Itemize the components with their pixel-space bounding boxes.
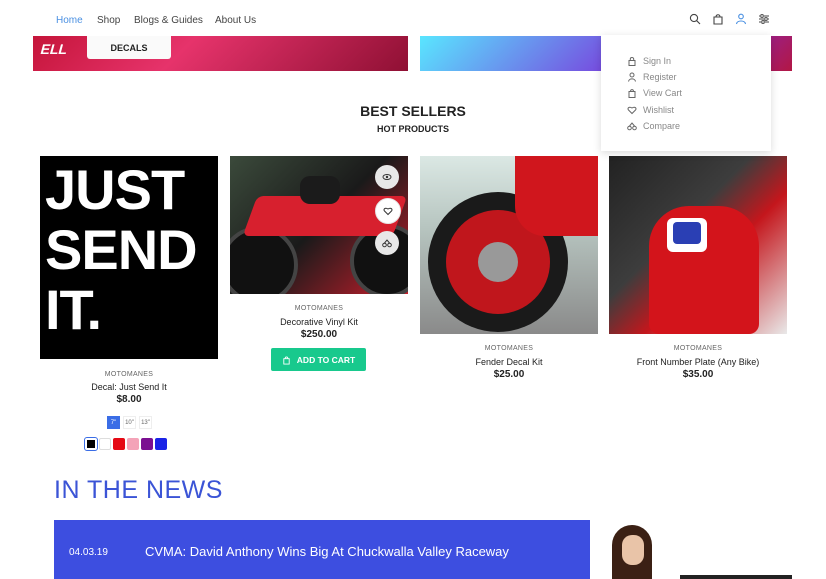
color-swatches (84, 437, 167, 451)
product-brand: MOTOMANES (673, 345, 723, 352)
bag-icon (283, 356, 290, 364)
compare-icon (627, 122, 637, 131)
menu-label: Wishlist (643, 105, 674, 115)
compare-icon[interactable] (375, 231, 399, 255)
top-nav: Home Shop Blogs & Guides About Us (0, 0, 826, 36)
menu-register[interactable]: Register (627, 72, 677, 82)
color-swatch[interactable] (155, 438, 167, 450)
color-swatch[interactable] (113, 438, 125, 450)
product-name[interactable]: Fender Decal Kit (420, 357, 598, 367)
product-name[interactable]: Decorative Vinyl Kit (230, 317, 408, 327)
size-option[interactable]: 13" (139, 416, 152, 429)
user-icon[interactable] (735, 12, 747, 25)
add-to-cart-label: ADD TO CART (296, 354, 356, 365)
product-brand: MOTOMANES (294, 305, 344, 312)
color-swatch[interactable] (127, 438, 139, 450)
menu-label: Sign In (643, 56, 672, 66)
product-brand: MOTOMANES (484, 345, 534, 352)
product-price: $25.00 (493, 369, 525, 380)
product-image-text: JUST SEND IT. (45, 158, 198, 341)
color-swatch[interactable] (99, 438, 111, 450)
quick-view-icon[interactable] (375, 165, 399, 189)
lock-icon (628, 57, 636, 66)
product-price: $35.00 (682, 369, 714, 380)
size-options: 7" 10" 13" (107, 416, 152, 429)
nav-blogs-guides[interactable]: Blogs & Guides (134, 15, 203, 26)
banner-partial-text: ELL (38, 41, 70, 57)
menu-wishlist[interactable]: Wishlist (627, 105, 674, 115)
news-date: 04.03.19 (69, 547, 108, 558)
color-swatch[interactable] (84, 437, 98, 451)
heart-icon (627, 106, 637, 115)
product-image[interactable] (420, 156, 598, 334)
page-edge (680, 575, 792, 579)
settings-sliders-icon[interactable] (758, 12, 770, 24)
bag-icon[interactable] (712, 12, 724, 25)
nav-shop[interactable]: Shop (97, 15, 120, 26)
menu-compare[interactable]: Compare (627, 121, 680, 131)
product-name[interactable]: Decal: Just Send It (40, 382, 218, 392)
product-brand: MOTOMANES (104, 371, 154, 378)
menu-view-cart[interactable]: View Cart (627, 88, 682, 98)
product-name[interactable]: Front Number Plate (Any Bike) (609, 357, 787, 367)
user-icon (628, 72, 636, 82)
product-price: $8.00 (116, 394, 142, 405)
banner-decals[interactable]: ELL DECALS (33, 36, 408, 71)
size-option[interactable]: 10" (123, 416, 136, 429)
color-swatch[interactable] (141, 438, 153, 450)
product-price: $250.00 (300, 329, 338, 340)
product-image[interactable]: JUST SEND IT. (40, 156, 218, 359)
account-dropdown: Sign In Register View Cart Wishlist Comp… (601, 35, 771, 151)
wishlist-heart-icon[interactable] (375, 198, 401, 224)
add-to-cart-button[interactable]: ADD TO CART (271, 348, 366, 371)
menu-label: Register (643, 72, 677, 82)
news-item[interactable]: 04.03.19 CVMA: David Anthony Wins Big At… (54, 520, 590, 579)
menu-label: Compare (643, 121, 681, 131)
news-headline[interactable]: CVMA: David Anthony Wins Big At Chuckwal… (145, 544, 509, 559)
nav-home[interactable]: Home (56, 15, 83, 26)
product-image[interactable] (609, 156, 787, 334)
search-icon[interactable] (689, 12, 701, 25)
size-option[interactable]: 7" (107, 416, 120, 429)
news-photo[interactable] (600, 525, 670, 579)
menu-sign-in[interactable]: Sign In (627, 56, 671, 66)
menu-label: View Cart (643, 88, 682, 98)
bag-icon (628, 89, 636, 98)
decals-button[interactable]: DECALS (87, 36, 171, 59)
nav-about-us[interactable]: About Us (215, 15, 256, 26)
news-section-title: IN THE NEWS (54, 476, 223, 504)
